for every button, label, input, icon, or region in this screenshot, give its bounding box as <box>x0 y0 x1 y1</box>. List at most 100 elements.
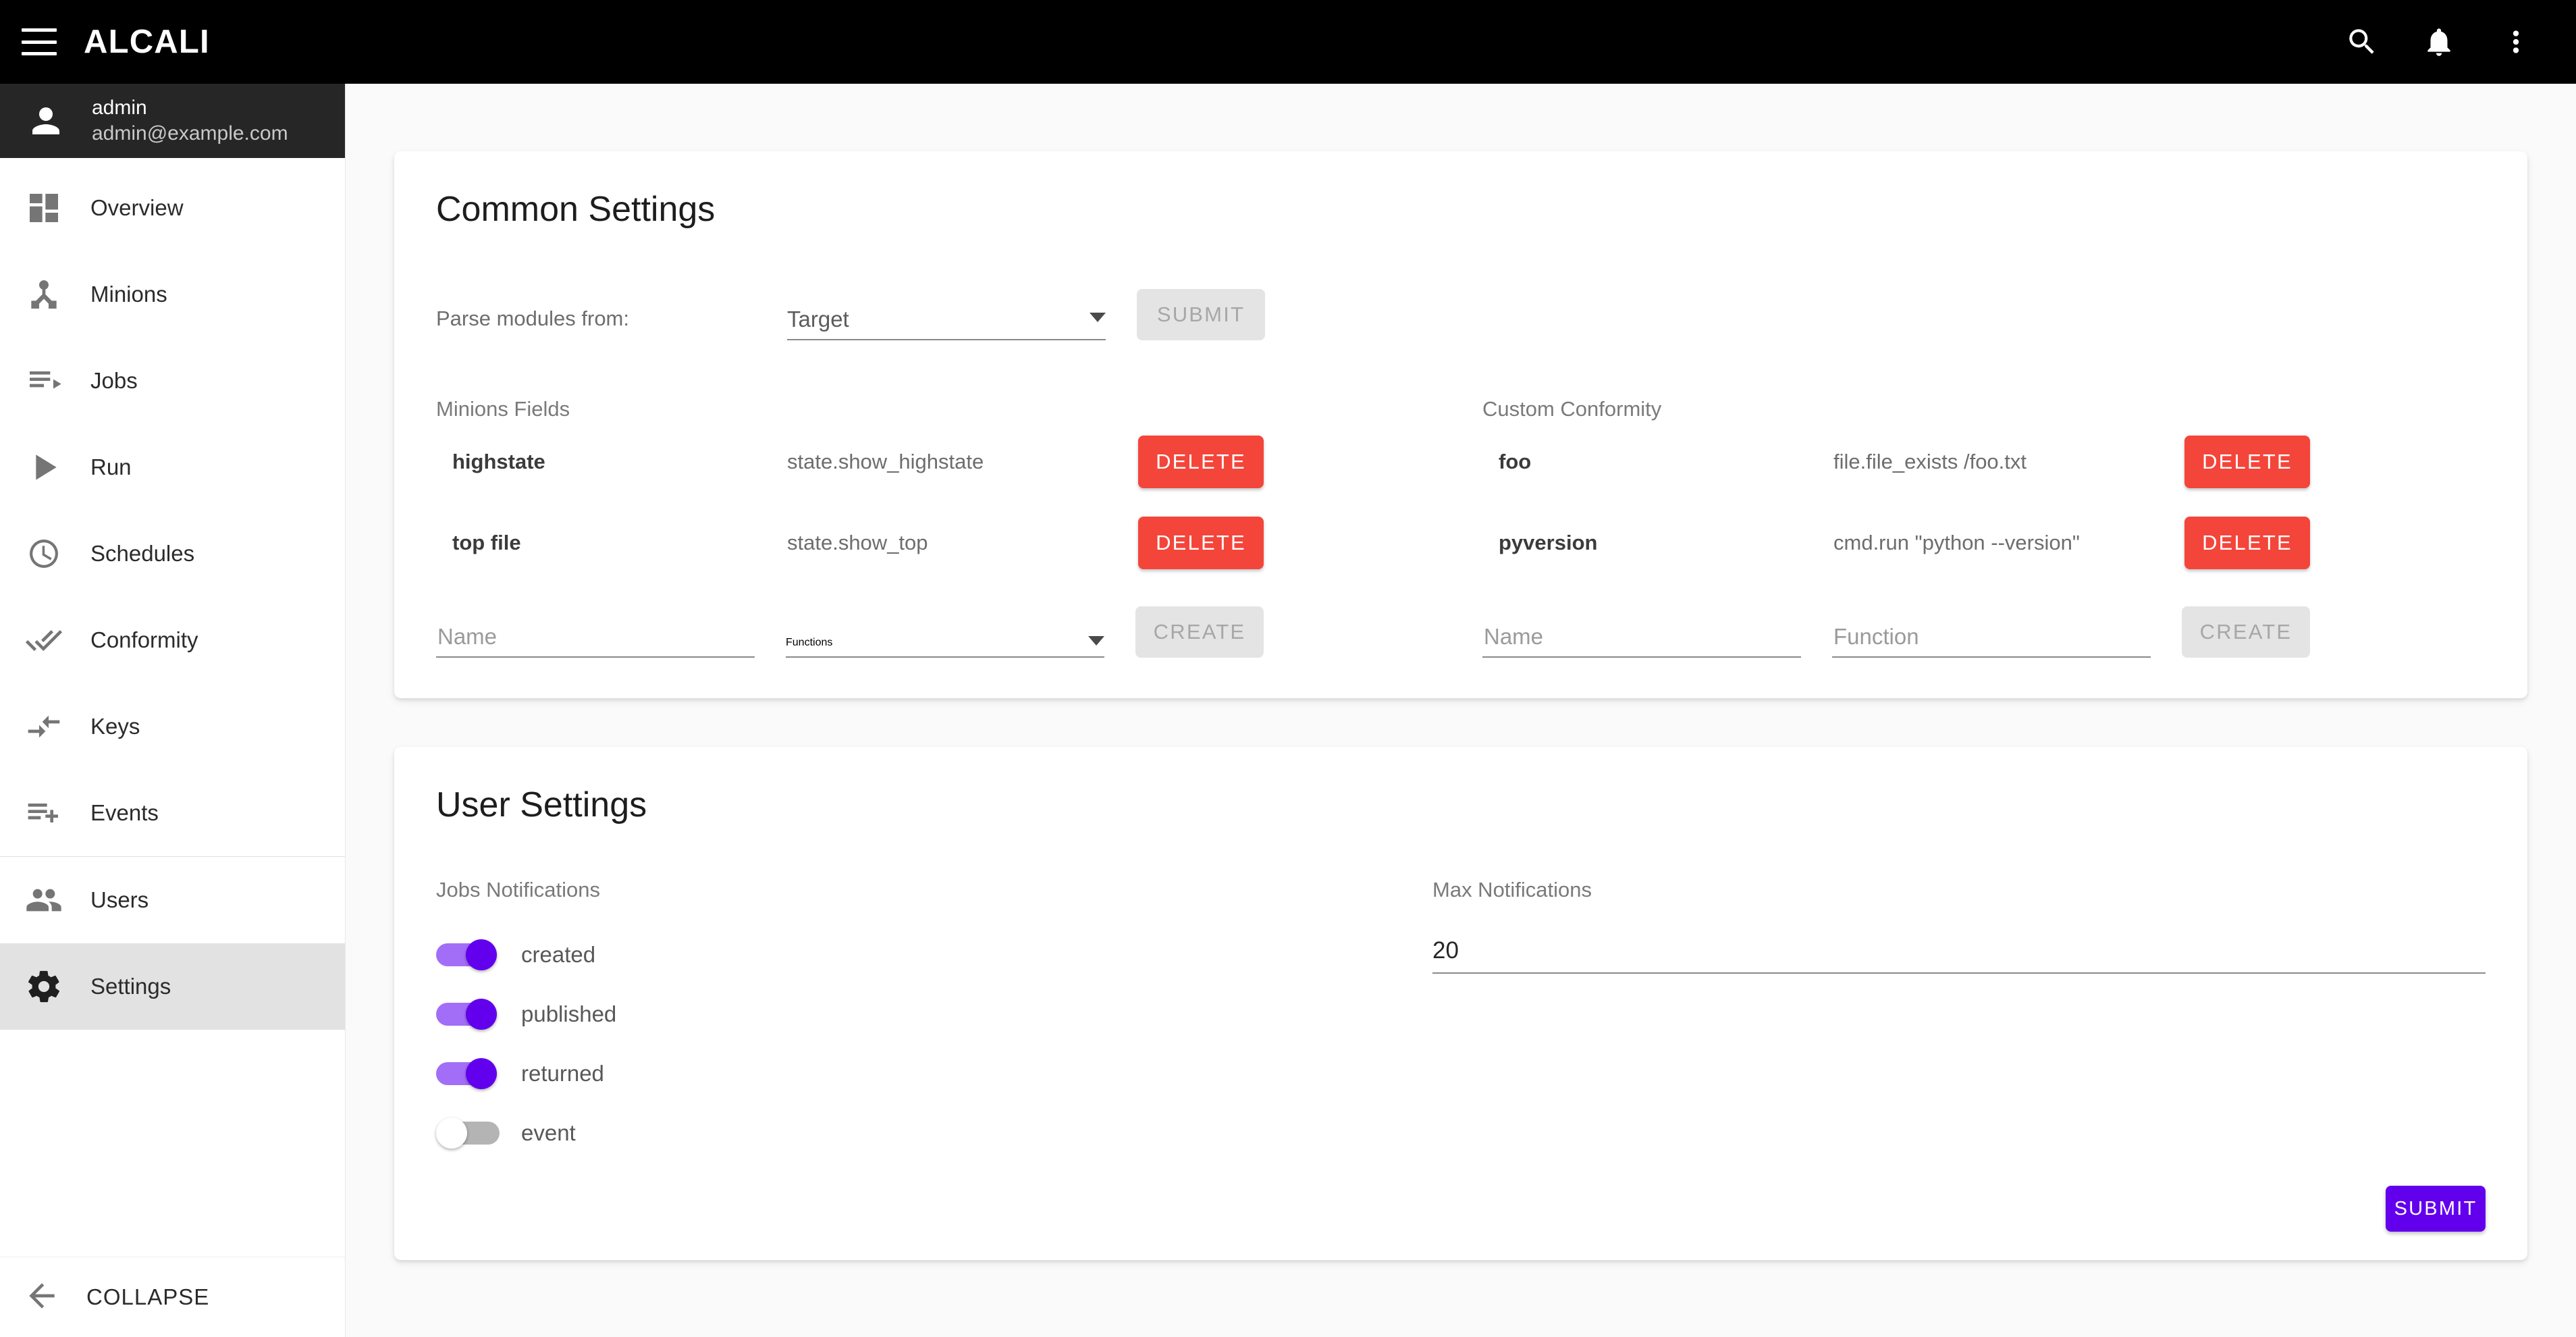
main-content: Common Settings Parse modules from: Targ… <box>346 84 2576 1337</box>
minions-field-value: state.show_top <box>787 531 928 554</box>
compare-arrows-icon <box>23 706 65 748</box>
app-brand-title: ALCALI <box>84 24 210 60</box>
sidebar-item-run[interactable]: Run <box>0 424 345 510</box>
create-conformity-button[interactable]: CREATE <box>2182 606 2310 658</box>
toggle-returned[interactable] <box>436 1058 500 1089</box>
common-settings-submit-button[interactable]: SUBMIT <box>1137 289 1265 340</box>
delete-conformity-field-button[interactable]: DELETE <box>2184 436 2310 488</box>
sidebar-nav-list: Overview Minions Jobs Run Schedules Conf… <box>0 158 345 1257</box>
custom-conformity-column: Custom Conformity foo file.file_exists /… <box>1482 397 2486 658</box>
minions-fields-label: Minions Fields <box>436 397 570 421</box>
list-item: published <box>436 985 1389 1044</box>
delete-minions-field-button[interactable]: DELETE <box>1138 517 1264 569</box>
conformity-create-row: Name Function CREATE <box>1482 606 2486 658</box>
max-notifications-value: 20 <box>1432 937 1459 964</box>
sidebar-user-name: admin <box>92 96 147 119</box>
minions-field-function-placeholder: Functions <box>786 637 833 648</box>
conformity-function-input[interactable]: Function <box>1832 624 2151 658</box>
people-icon <box>23 879 65 921</box>
arrow-back-icon <box>23 1277 61 1318</box>
dashboard-icon <box>23 187 65 229</box>
sidebar-item-label: Users <box>90 887 149 912</box>
toggle-event-label: event <box>521 1120 576 1145</box>
sidebar-user-block[interactable]: admin admin@example.com <box>0 84 345 158</box>
sidebar-item-schedules[interactable]: Schedules <box>0 510 345 597</box>
toggle-event[interactable] <box>436 1118 500 1149</box>
delete-minions-field-button[interactable]: DELETE <box>1138 436 1264 488</box>
person-icon <box>24 99 68 142</box>
top-app-bar: ALCALI <box>0 0 2576 84</box>
hamburger-menu-icon[interactable] <box>22 28 57 55</box>
gear-icon <box>23 966 65 1007</box>
custom-conformity-label: Custom Conformity <box>1482 397 1662 421</box>
sidebar-item-events[interactable]: Events <box>0 770 345 856</box>
table-row: top file state.show_top DELETE <box>436 502 1439 583</box>
jobs-notifications-column: Jobs Notifications created published ret… <box>436 878 1389 1163</box>
chevron-down-icon <box>1090 313 1106 322</box>
create-minions-field-button[interactable]: CREATE <box>1135 606 1264 658</box>
list-item: created <box>436 925 1389 985</box>
done-all-icon <box>23 619 65 661</box>
playlist-play-icon <box>23 360 65 402</box>
sidebar-item-jobs[interactable]: Jobs <box>0 338 345 424</box>
minions-field-name: top file <box>452 531 521 554</box>
clock-icon <box>23 533 65 575</box>
conformity-function-placeholder: Function <box>1833 624 1919 649</box>
minions-field-create-row: Name Functions CREATE <box>436 606 1439 658</box>
collapse-sidebar-button[interactable]: COLLAPSE <box>0 1257 345 1337</box>
app-root: ALCALI admin admin@example.com Overview … <box>0 0 2576 1337</box>
conformity-field-name: foo <box>1499 450 1532 473</box>
max-notifications-column: Max Notifications 20 <box>1432 878 2486 1163</box>
table-row: foo file.file_exists /foo.txt DELETE <box>1482 421 2486 502</box>
parse-modules-label: Parse modules from: <box>436 307 629 330</box>
jobs-notifications-label: Jobs Notifications <box>436 878 600 901</box>
user-settings-columns: Jobs Notifications created published ret… <box>436 878 2486 1163</box>
conformity-field-value: file.file_exists /foo.txt <box>1833 450 2027 473</box>
sidebar-item-keys[interactable]: Keys <box>0 683 345 770</box>
sidebar-item-minions[interactable]: Minions <box>0 251 345 338</box>
parse-modules-row: Parse modules from: Target SUBMIT <box>436 289 2486 340</box>
conformity-field-name: pyversion <box>1499 531 1598 554</box>
conformity-name-input[interactable]: Name <box>1482 624 1801 658</box>
toggle-created[interactable] <box>436 939 500 970</box>
sidebar-item-label: Keys <box>90 714 140 739</box>
user-settings-submit-button[interactable]: SUBMIT <box>2386 1186 2486 1232</box>
sidebar-user-text: admin admin@example.com <box>92 95 288 147</box>
sidebar-item-label: Settings <box>90 974 171 999</box>
toggle-published-label: published <box>521 1001 617 1026</box>
sidebar-collapse-wrapper: COLLAPSE <box>0 1257 345 1337</box>
more-vertical-icon[interactable] <box>2498 24 2534 60</box>
minions-field-function-select[interactable]: Functions <box>786 636 1104 658</box>
common-settings-card: Common Settings Parse modules from: Targ… <box>394 151 2527 698</box>
minions-field-name-input[interactable]: Name <box>436 624 755 658</box>
sidebar-user-email: admin@example.com <box>92 122 288 145</box>
sidebar-item-conformity[interactable]: Conformity <box>0 597 345 683</box>
search-icon[interactable] <box>2344 24 2380 60</box>
sidebar-item-overview[interactable]: Overview <box>0 165 345 251</box>
minions-field-name-placeholder: Name <box>437 624 498 649</box>
sidebar-item-label: Events <box>90 800 159 825</box>
minions-field-value: state.show_highstate <box>787 450 984 473</box>
common-settings-title: Common Settings <box>436 190 716 229</box>
topbar-actions <box>2344 24 2534 60</box>
list-item: returned <box>436 1044 1389 1103</box>
parse-modules-select[interactable]: Target <box>787 307 1106 340</box>
sidebar-item-settings[interactable]: Settings <box>0 943 345 1030</box>
parse-modules-select-value: Target <box>787 307 849 332</box>
toggle-created-label: created <box>521 942 596 967</box>
toggle-returned-label: returned <box>521 1061 604 1086</box>
minions-fields-column: Minions Fields highstate state.show_high… <box>436 397 1439 658</box>
list-item: event <box>436 1103 1389 1163</box>
table-row: pyversion cmd.run "python --version" DEL… <box>1482 502 2486 583</box>
delete-conformity-field-button[interactable]: DELETE <box>2184 517 2310 569</box>
max-notifications-input[interactable]: 20 <box>1432 937 2486 974</box>
toggle-published[interactable] <box>436 999 500 1030</box>
bell-icon[interactable] <box>2421 24 2457 60</box>
device-hub-icon <box>23 273 65 315</box>
playlist-add-icon <box>23 792 65 834</box>
sidebar-item-users[interactable]: Users <box>0 857 345 943</box>
sidebar-item-label: Minions <box>90 282 167 307</box>
sidebar-item-label: Jobs <box>90 368 138 393</box>
conformity-name-placeholder: Name <box>1484 624 1544 649</box>
minions-field-name: highstate <box>452 450 545 473</box>
